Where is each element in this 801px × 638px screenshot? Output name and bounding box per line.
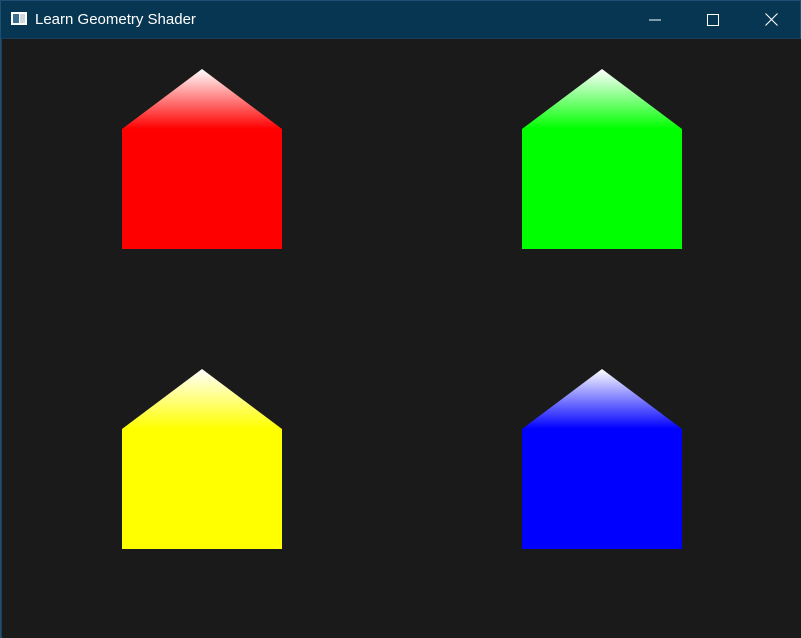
render-viewport [2,39,801,638]
maximize-icon [707,13,719,26]
window-title: Learn Geometry Shader [35,11,196,28]
maximize-button[interactable] [684,1,742,38]
close-icon [764,13,778,26]
minimize-icon [649,14,661,26]
app-icon [11,12,27,25]
red-house [122,69,282,249]
green-house [522,69,682,249]
blue-house [522,369,682,549]
close-button[interactable] [742,1,800,38]
minimize-button[interactable] [626,1,684,38]
app-window: Learn Geometry Shader [0,0,801,638]
scene-canvas [122,69,682,549]
yellow-house [122,369,282,549]
title-bar[interactable]: Learn Geometry Shader [1,1,800,38]
